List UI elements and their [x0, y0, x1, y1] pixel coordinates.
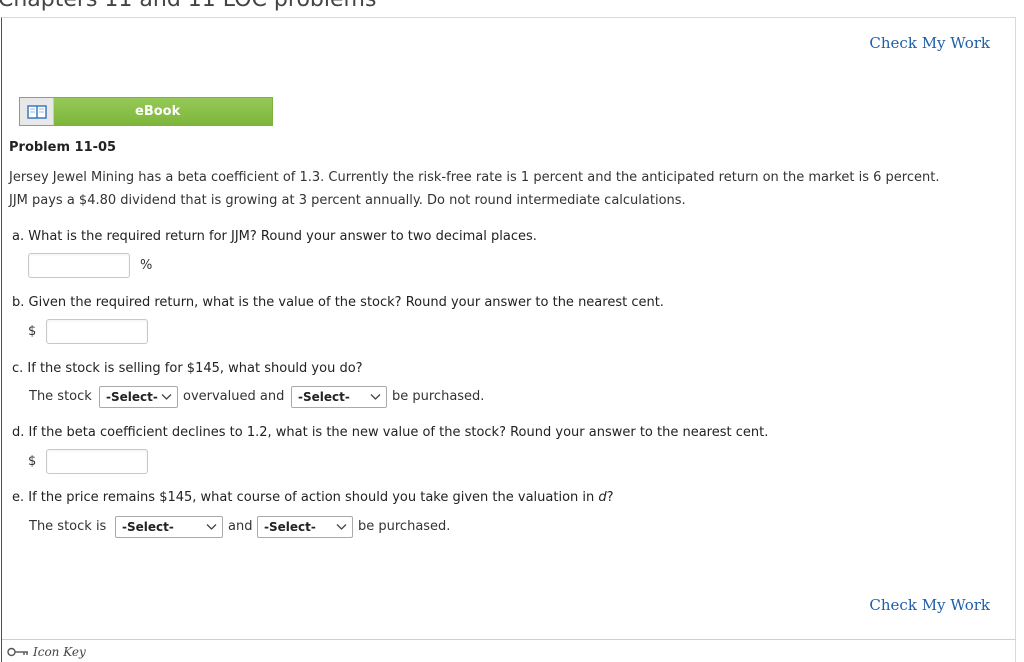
answer-d-dollar-sign: $ [28, 454, 37, 469]
footer-divider [2, 639, 1016, 640]
ebook-label: eBook [135, 104, 181, 119]
question-b-text: b. Given the required return, what is th… [12, 295, 664, 310]
key-icon [7, 647, 28, 657]
answer-e-lead: The stock is [29, 519, 107, 534]
answer-c-select-2-value: -Select- [298, 390, 350, 404]
answer-a-unit: % [140, 258, 153, 273]
answer-b-input[interactable] [46, 319, 148, 344]
answer-b-dollar-sign: $ [28, 324, 37, 339]
answer-c-select-1-value: -Select- [106, 390, 158, 404]
answer-e-select-2-value: -Select- [264, 520, 316, 534]
question-e-text: e. If the price remains $145, what cours… [12, 490, 614, 505]
check-my-work-link-top[interactable]: Check My Work [869, 34, 990, 52]
answer-e-select-2[interactable]: -Select- [257, 516, 353, 538]
answer-c-select-1[interactable]: -Select- [99, 386, 178, 408]
page-header-title: Chapters 11 and 11 LOC problems [0, 0, 376, 12]
problem-intro-line1: Jersey Jewel Mining has a beta coefficie… [9, 170, 940, 185]
answer-c-middle: overvalued and [183, 389, 285, 404]
answer-c-tail: be purchased. [392, 389, 485, 404]
problem-title: Problem 11-05 [9, 140, 117, 155]
question-e-text-italic: d [598, 490, 607, 505]
question-d-text: d. If the beta coefficient declines to 1… [12, 425, 769, 440]
ebook-button[interactable]: eBook [19, 97, 273, 126]
question-a-text: a. What is the required return for JJM? … [12, 229, 537, 244]
answer-c-select-2[interactable]: -Select- [291, 386, 387, 408]
problem-intro-line2: JJM pays a $4.80 dividend that is growin… [9, 193, 686, 208]
check-my-work-link-bottom[interactable]: Check My Work [869, 596, 990, 614]
icon-key[interactable]: Icon Key [7, 645, 86, 659]
answer-e-middle: and [228, 519, 253, 534]
question-e-text-suffix: ? [606, 490, 614, 505]
answer-d-input[interactable] [46, 449, 148, 474]
chevron-down-icon [161, 394, 172, 400]
answer-e-tail: be purchased. [358, 519, 451, 534]
answer-c-lead: The stock [29, 389, 92, 404]
answer-a-input[interactable] [28, 253, 130, 278]
answer-e-select-1-value: -Select- [122, 520, 174, 534]
answer-e-select-1[interactable]: -Select- [115, 516, 223, 538]
chevron-down-icon [206, 524, 217, 530]
page-header-strip: Chapters 11 and 11 LOC problems [0, 0, 1024, 17]
question-c-text: c. If the stock is selling for $145, wha… [12, 361, 363, 376]
question-e-text-prefix: e. If the price remains $145, what cours… [12, 490, 599, 505]
icon-key-label: Icon Key [33, 645, 86, 659]
chevron-down-icon [370, 394, 381, 400]
chevron-down-icon [336, 524, 347, 530]
book-icon [20, 98, 54, 125]
